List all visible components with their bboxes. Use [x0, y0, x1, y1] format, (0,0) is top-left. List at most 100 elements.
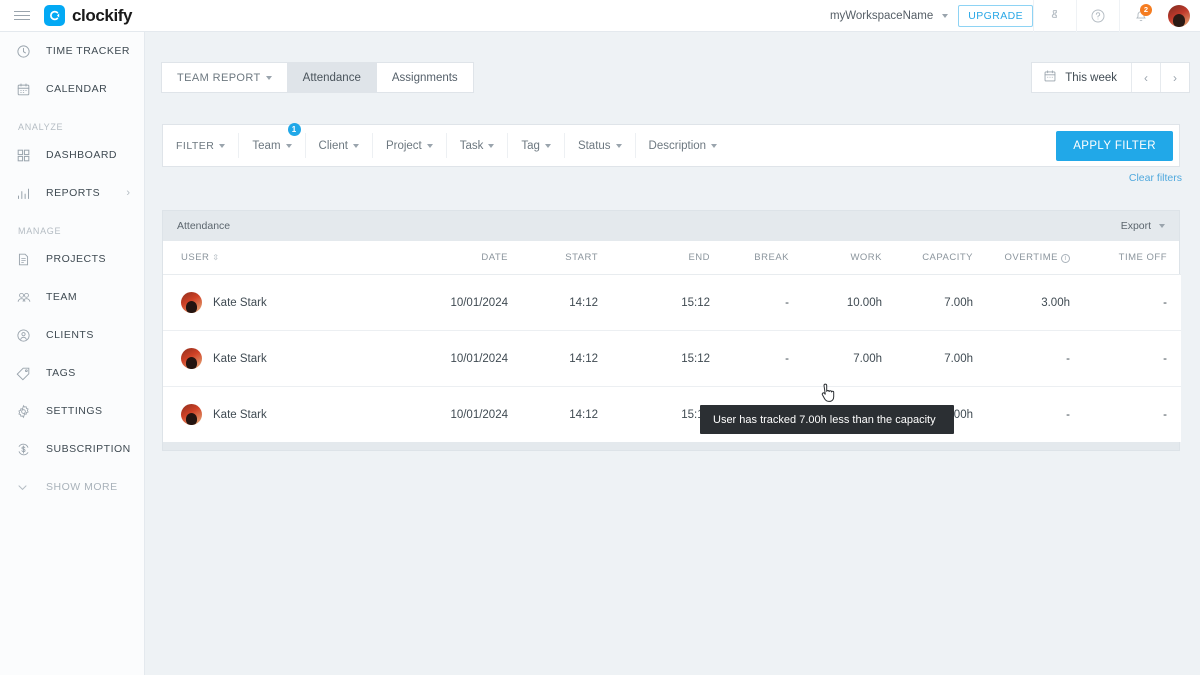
column-end: END: [598, 241, 710, 275]
table-row[interactable]: Kate Stark 10/01/2024 14:12 15:12 - 10.0…: [163, 275, 1181, 331]
tab-assignments[interactable]: Assignments: [376, 62, 474, 93]
chevron-down-icon: [1159, 224, 1165, 228]
filter-task-label: Task: [460, 140, 484, 152]
puzzle-icon[interactable]: [1033, 0, 1076, 32]
filter-project[interactable]: Project: [373, 133, 447, 158]
report-type-selector[interactable]: TEAM REPORT: [161, 62, 288, 93]
chevron-down-icon: [16, 481, 38, 494]
filter-status-label: Status: [578, 140, 611, 152]
tab-attendance[interactable]: Attendance: [287, 62, 377, 93]
sidebar-item-subscription[interactable]: SUBSCRIPTION: [0, 430, 144, 468]
bar-chart-icon: [16, 186, 38, 201]
avatar[interactable]: [1168, 5, 1190, 27]
dollar-refresh-icon: [16, 442, 38, 457]
sidebar-item-tags[interactable]: TAGS: [0, 354, 144, 392]
date-next-button[interactable]: ›: [1160, 63, 1189, 92]
filter-label-button[interactable]: FILTER: [163, 133, 239, 158]
calendar-icon: [16, 82, 38, 97]
filter-team[interactable]: Team 1: [239, 133, 305, 158]
cell-end: 15:12: [598, 387, 710, 443]
cell-date: 10/01/2024: [418, 331, 508, 387]
date-prev-button[interactable]: ‹: [1131, 63, 1160, 92]
card-footer: [163, 442, 1179, 450]
sidebar-item-projects[interactable]: PROJECTS: [0, 240, 144, 278]
sort-icon: ⇳: [212, 253, 218, 262]
brand-logo[interactable]: clockify: [44, 5, 132, 26]
cell-capacity: 7.00h: [896, 275, 987, 331]
sidebar-item-label: REPORTS: [46, 187, 100, 199]
column-date: DATE: [418, 241, 508, 275]
report-tabs: TEAM REPORT Attendance Assignments: [162, 62, 474, 93]
sidebar-item-label: CLIENTS: [46, 329, 94, 341]
cell-work: 7.00h: [803, 331, 896, 387]
column-user[interactable]: USER⇳: [163, 241, 418, 275]
sidebar-section-manage: MANAGE: [0, 212, 144, 240]
card-header: Attendance Export: [163, 211, 1179, 241]
notification-badge: 2: [1140, 4, 1152, 16]
clear-filters-link[interactable]: Clear filters: [1129, 172, 1182, 184]
export-button[interactable]: Export: [1121, 220, 1165, 232]
attendance-table: USER⇳ DATE START END BREAK WORK CAPACITY…: [163, 241, 1181, 442]
hamburger-icon[interactable]: [0, 11, 44, 20]
table-row[interactable]: Kate Stark 10/01/2024 14:12 15:12 - 7.00…: [163, 331, 1181, 387]
sidebar-item-label: PROJECTS: [46, 253, 106, 265]
avatar: [181, 292, 202, 313]
cell-user: Kate Stark: [163, 387, 418, 443]
filter-task[interactable]: Task: [447, 133, 509, 158]
filter-description-label: Description: [649, 140, 707, 152]
date-range-picker: This week ‹ ›: [1031, 62, 1190, 93]
cell-time-off: -: [1084, 331, 1181, 387]
chevron-down-icon: [286, 144, 292, 148]
tag-icon: [16, 366, 38, 381]
chevron-right-icon: ›: [126, 187, 130, 199]
column-overtime-label: OVERTIME: [1005, 252, 1058, 263]
cell-user: Kate Stark: [163, 331, 418, 387]
sidebar-item-calendar[interactable]: CALENDAR: [0, 70, 144, 108]
filter-tag-label: Tag: [521, 140, 540, 152]
cell-overtime: 3.00h: [987, 275, 1084, 331]
column-user-label: USER: [181, 252, 209, 263]
clock-icon: [16, 44, 38, 59]
workspace-name: myWorkspaceName: [830, 10, 937, 22]
column-start: START: [508, 241, 598, 275]
filter-label: FILTER: [176, 140, 214, 152]
filter-team-label: Team: [252, 140, 280, 152]
sidebar-show-more[interactable]: SHOW MORE: [0, 468, 144, 506]
column-work: WORK: [803, 241, 896, 275]
cell-time-off: -: [1084, 387, 1181, 443]
filter-project-label: Project: [386, 140, 422, 152]
help-icon[interactable]: [1076, 0, 1119, 32]
filter-description[interactable]: Description: [636, 133, 731, 158]
upgrade-button[interactable]: UPGRADE: [958, 5, 1033, 27]
sidebar-item-clients[interactable]: CLIENTS: [0, 316, 144, 354]
cell-start: 14:12: [508, 275, 598, 331]
cell-overtime: -: [987, 387, 1084, 443]
filter-tag[interactable]: Tag: [508, 133, 565, 158]
apply-filter-button[interactable]: APPLY FILTER: [1056, 131, 1173, 161]
sidebar-item-settings[interactable]: SETTINGS: [0, 392, 144, 430]
brand-name: clockify: [72, 6, 132, 26]
main-content: TEAM REPORT Attendance Assignments This …: [145, 32, 1200, 675]
bell-icon[interactable]: 2: [1119, 0, 1162, 32]
sidebar-item-team[interactable]: TEAM: [0, 278, 144, 316]
date-range-button[interactable]: This week: [1032, 63, 1131, 92]
sidebar-item-label: CALENDAR: [46, 83, 107, 95]
table-header-row: USER⇳ DATE START END BREAK WORK CAPACITY…: [163, 241, 1181, 275]
filter-status[interactable]: Status: [565, 133, 636, 158]
user-name: Kate Stark: [213, 297, 267, 309]
attendance-card: Attendance Export USER⇳ DATE START END B…: [162, 210, 1180, 451]
card-title: Attendance: [177, 220, 230, 232]
chevron-down-icon: [219, 144, 225, 148]
sidebar-item-reports[interactable]: REPORTS ›: [0, 174, 144, 212]
workspace-selector[interactable]: myWorkspaceName: [830, 10, 948, 22]
top-bar: clockify myWorkspaceName UPGRADE 2: [0, 0, 1200, 32]
info-icon[interactable]: i: [1061, 254, 1070, 263]
sidebar-item-time-tracker[interactable]: TIME TRACKER: [0, 32, 144, 70]
sidebar: TIME TRACKER CALENDAR ANALYZE DASHBOARD …: [0, 32, 145, 675]
dashboard-icon: [16, 148, 38, 163]
filter-client[interactable]: Client: [306, 133, 373, 158]
cell-break: -: [710, 331, 803, 387]
table-row[interactable]: Kate Stark 10/01/2024 14:12 15:12 - 0.00…: [163, 387, 1181, 443]
sidebar-item-dashboard[interactable]: DASHBOARD: [0, 136, 144, 174]
chevron-down-icon: [353, 144, 359, 148]
